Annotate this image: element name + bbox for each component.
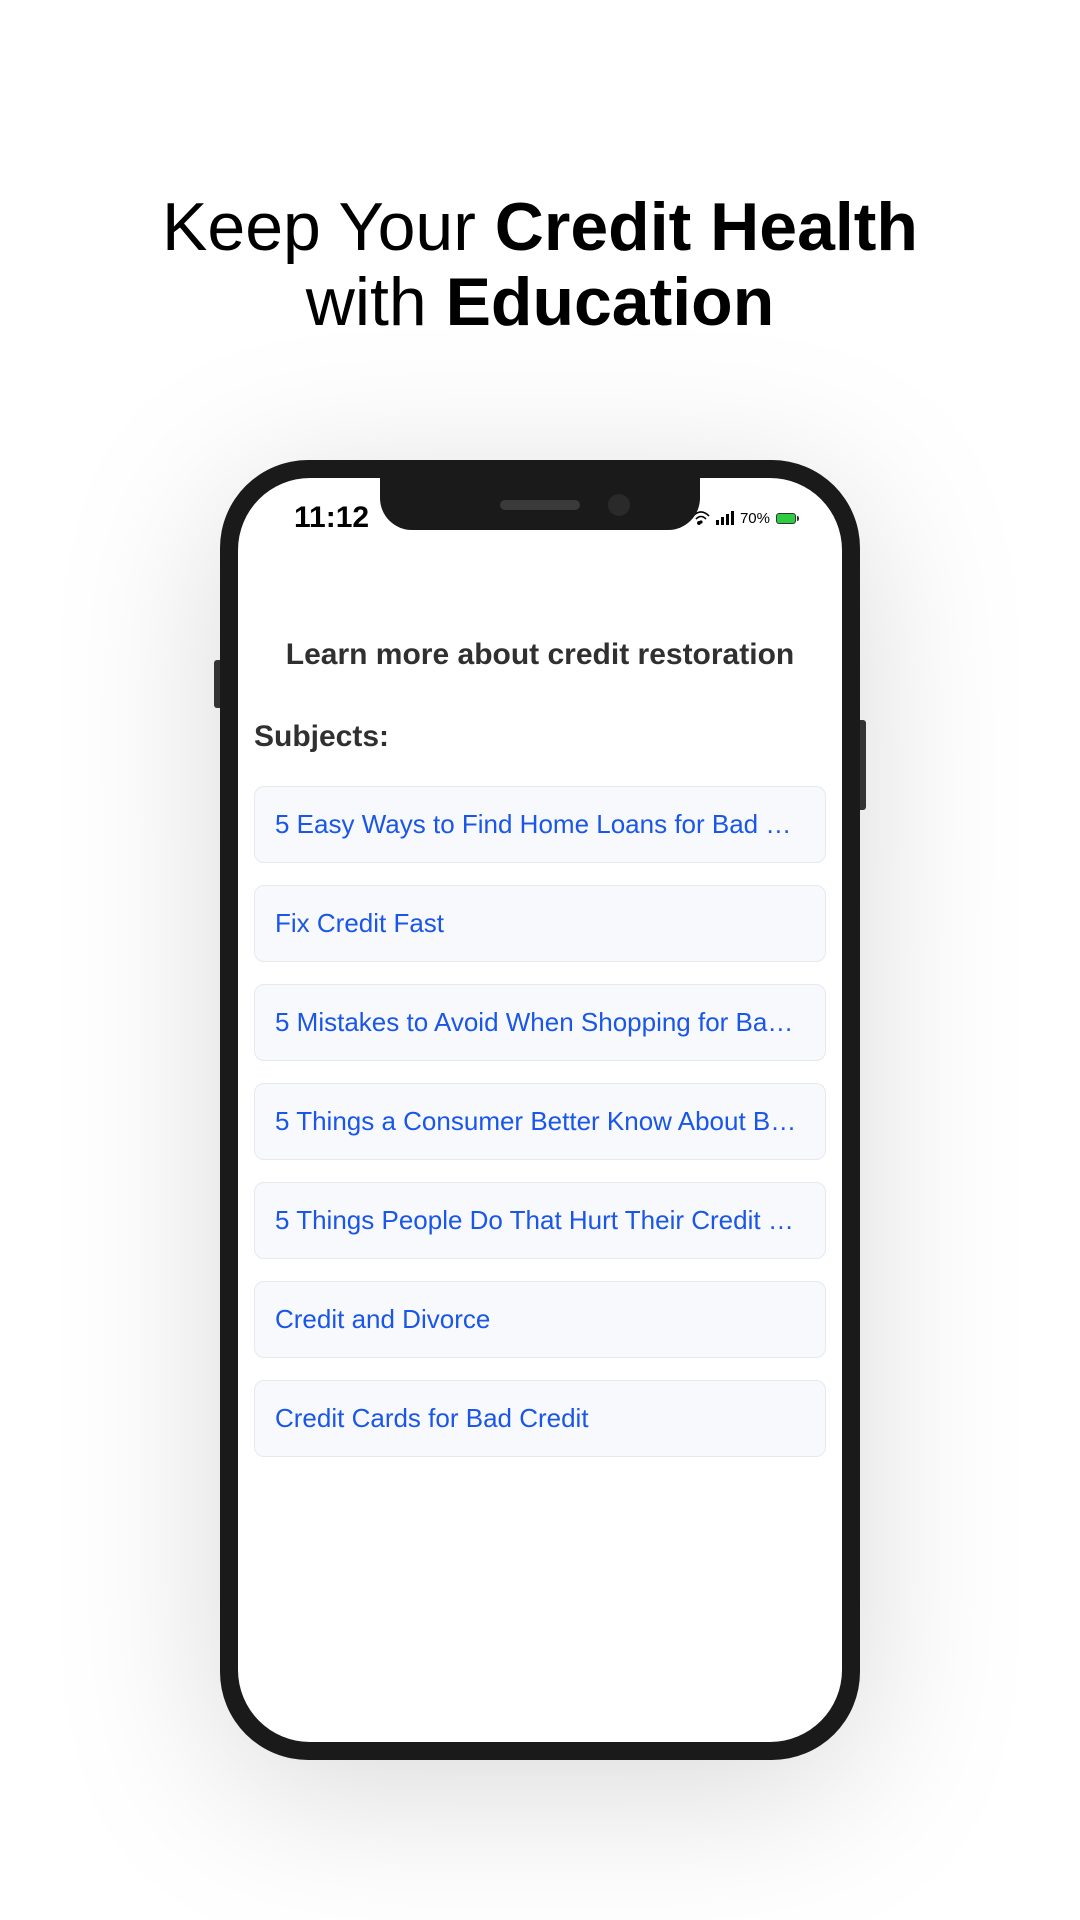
- phone-side-button-right: [860, 720, 866, 810]
- phone-frame: 11:12 70%: [220, 460, 860, 1760]
- battery-icon: [776, 513, 796, 524]
- notch-camera: [608, 494, 630, 516]
- subjects-label: Subjects:: [250, 720, 830, 754]
- hero-text-1: Keep Your: [162, 189, 495, 265]
- signal-icon: [716, 511, 734, 525]
- phone-mockup: 11:12 70%: [220, 460, 860, 1760]
- list-item[interactable]: 5 Easy Ways to Find Home Loans for Bad C…: [254, 786, 826, 863]
- list-item[interactable]: 5 Things a Consumer Better Know About Ba…: [254, 1083, 826, 1160]
- hero-text-2: with: [306, 264, 446, 340]
- list-item[interactable]: Fix Credit Fast: [254, 885, 826, 962]
- list-item[interactable]: 5 Things People Do That Hurt Their Credi…: [254, 1182, 826, 1259]
- hero-bold-2: Education: [446, 264, 775, 340]
- list-item[interactable]: Credit Cards for Bad Credit: [254, 1380, 826, 1457]
- phone-screen: 11:12 70%: [238, 478, 842, 1742]
- list-item[interactable]: Credit and Divorce: [254, 1281, 826, 1358]
- hero-bold-1: Credit Health: [495, 189, 918, 265]
- phone-notch: [380, 478, 700, 530]
- status-time: 11:12: [294, 501, 369, 535]
- screen-content: Learn more about credit restoration Subj…: [238, 538, 842, 1457]
- page-title: Learn more about credit restoration: [250, 638, 830, 672]
- subjects-list: 5 Easy Ways to Find Home Loans for Bad C…: [250, 786, 830, 1457]
- hero-title: Keep Your Credit Health with Education: [0, 0, 1080, 340]
- battery-percent: 70%: [740, 510, 770, 527]
- list-item[interactable]: 5 Mistakes to Avoid When Shopping for Ba…: [254, 984, 826, 1061]
- status-right: 70%: [692, 510, 796, 527]
- notch-speaker: [500, 500, 580, 510]
